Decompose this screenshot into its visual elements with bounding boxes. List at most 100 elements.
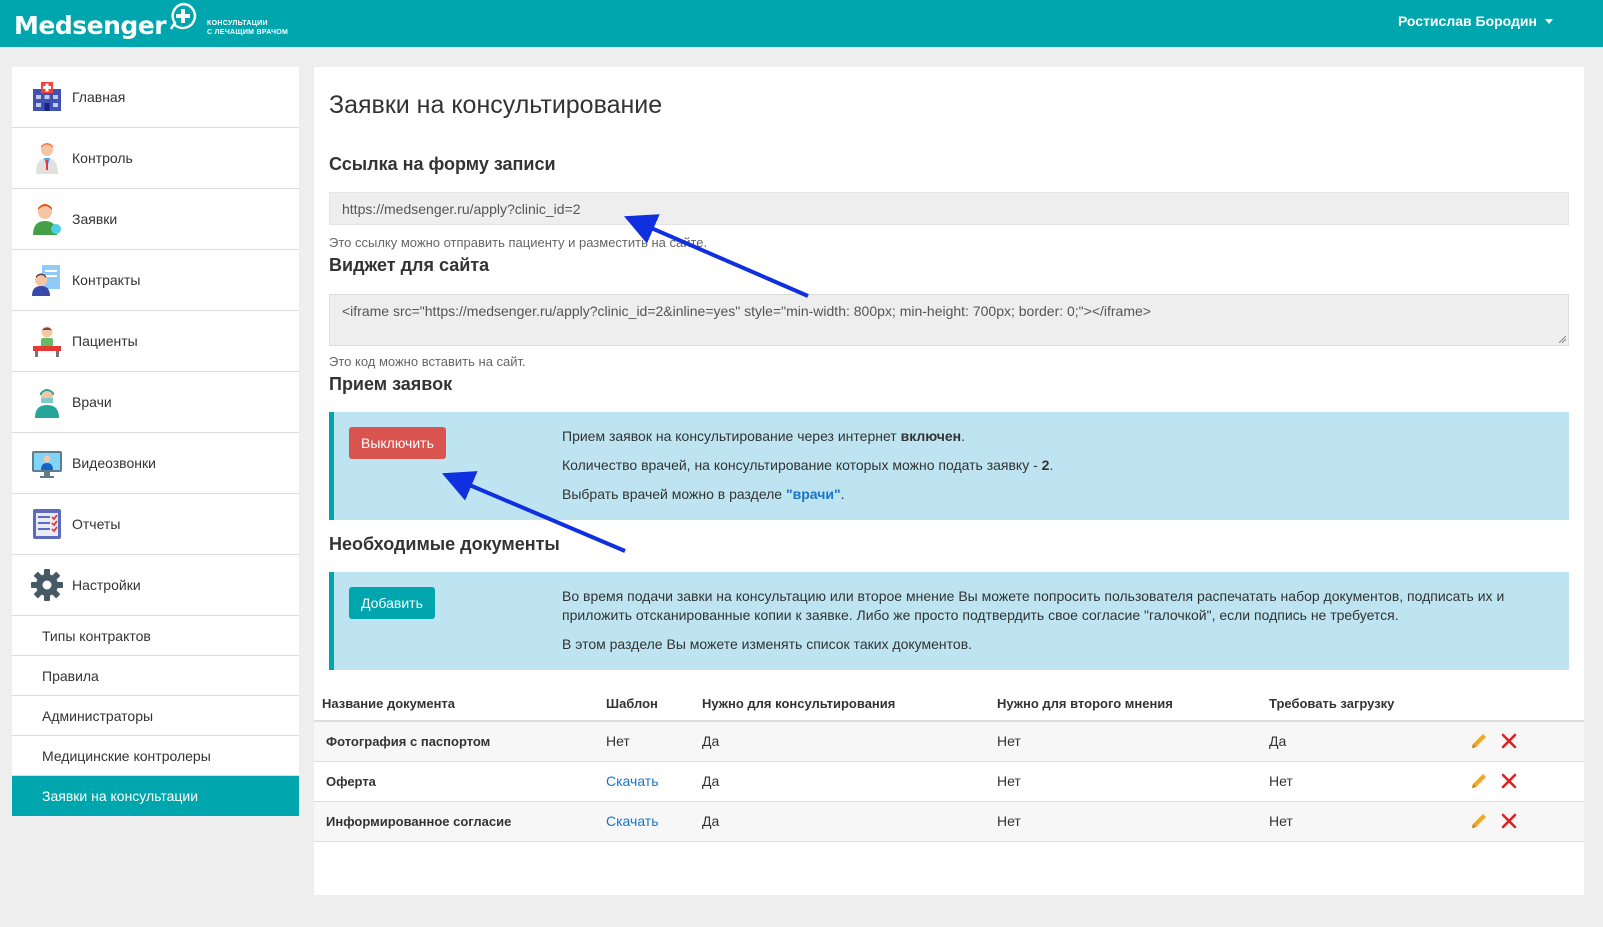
chevron-down-icon (1545, 19, 1553, 24)
sidebar-item-reports[interactable]: Отчеты (12, 494, 299, 555)
widget-code-textarea[interactable]: <iframe src="https://medsenger.ru/apply?… (329, 294, 1569, 346)
document-template: Скачать (598, 761, 694, 802)
document-template: Скачать (598, 801, 694, 842)
needed-for-consult: Да (694, 801, 989, 842)
sidebar-item-label: Настройки (72, 577, 141, 593)
column-header: Шаблон (598, 687, 694, 722)
documents-table: Название документа Шаблон Нужно для конс… (314, 687, 1584, 842)
sidebar-item-doctors[interactable]: Врачи (12, 372, 299, 433)
pencil-icon[interactable] (1469, 811, 1489, 831)
top-bar: Medsenger консультации с лечащим врачом … (0, 0, 1603, 47)
delete-icon[interactable] (1499, 731, 1519, 751)
doctor-count-text: Количество врачей, на консультирование к… (562, 457, 1042, 473)
pencil-icon[interactable] (1469, 771, 1489, 791)
table-header-row: Название документа Шаблон Нужно для конс… (314, 687, 1584, 722)
docs-callout: Добавить Во время подачи завки на консул… (329, 572, 1569, 670)
sidebar-item-label: Врачи (72, 394, 112, 410)
user-name: Ростислав Бородин (1397, 13, 1537, 29)
sidebar-item-label: Заявки (72, 211, 118, 227)
status-value: включен (900, 428, 962, 444)
column-header: Нужно для второго мнения (989, 687, 1261, 722)
sidebar-item-contracts[interactable]: Контракты (12, 250, 299, 311)
sidebar-item-video-calls[interactable]: Видеозвонки (12, 433, 299, 494)
report-icon (33, 509, 61, 539)
link-help-text: Это ссылку можно отправить пациенту и ра… (329, 235, 708, 250)
sidebar-item-label: Отчеты (72, 516, 121, 532)
docs-description: Во время подачи завки на консультацию ил… (562, 588, 1505, 623)
contract-icon (32, 265, 60, 296)
needed-for-second-opinion: Нет (989, 801, 1261, 842)
needed-for-second-opinion: Нет (989, 761, 1261, 802)
docs-callout-text: Во время подачи завки на консультацию ил… (562, 587, 1552, 664)
page-title: Заявки на консультирование (329, 91, 663, 119)
hospital-icon (33, 82, 61, 111)
choose-doctors-line: Выбрать врачей можно в разделе "врачи". (562, 485, 1552, 504)
logo-plus-bubble-icon (170, 2, 197, 30)
table-row: Оферта Скачать Да Нет Нет (314, 761, 1584, 802)
sidebar-item-label: Контроль (72, 150, 133, 166)
doctor-count-line: Количество врачей, на консультирование к… (562, 456, 1552, 475)
video-call-icon (32, 451, 62, 478)
user-menu[interactable]: Ростислав Бородин (1398, 13, 1553, 29)
widget-section-heading: Виджет для сайта (329, 255, 490, 275)
sidebar-subitem-medical-controllers[interactable]: Медицинские контролеры (12, 736, 299, 776)
accept-section-heading: Прием заявок (329, 374, 453, 394)
pencil-icon[interactable] (1469, 731, 1489, 751)
doctors-link[interactable]: "врачи" (786, 486, 841, 502)
row-actions (1461, 761, 1584, 802)
disable-button[interactable]: Выключить (349, 427, 446, 459)
widget-code-text: <iframe src="https://medsenger.ru/apply?… (342, 303, 1151, 319)
sidebar-subitem-consultation-requests[interactable]: Заявки на консультации (12, 776, 299, 816)
needed-for-second-opinion: Нет (989, 721, 1261, 762)
delete-icon[interactable] (1499, 811, 1519, 831)
tagline-line-2: с лечащим врачом (207, 29, 289, 36)
link-section-heading: Ссылка на форму записи (329, 154, 556, 174)
sidebar: Главная Контроль Заявки Контракты Пациен… (12, 67, 299, 816)
accept-status-line: Прием заявок на консультирование через и… (562, 427, 1552, 446)
column-header: Требовать загрузку (1261, 687, 1461, 722)
widget-help-text: Это код можно вставить на сайт. (329, 354, 526, 369)
add-document-button[interactable]: Добавить (349, 587, 435, 619)
user-icon (33, 204, 61, 235)
accept-callout-text: Прием заявок на консультирование через и… (562, 427, 1552, 514)
logo-text: Medsenger (14, 11, 167, 40)
require-upload: Нет (1261, 801, 1461, 842)
logo[interactable]: Medsenger консультации с лечащим врачом (14, 2, 288, 40)
status-text: Прием заявок на консультирование через и… (562, 428, 901, 444)
surgeon-icon (35, 389, 59, 418)
sidebar-subitem-contract-types[interactable]: Типы контрактов (12, 616, 299, 656)
download-template-link[interactable]: Скачать (606, 813, 659, 829)
tagline-line-1: консультации (207, 20, 268, 27)
require-upload: Да (1261, 721, 1461, 762)
sidebar-item-main[interactable]: Главная (12, 67, 299, 128)
sidebar-item-control[interactable]: Контроль (12, 128, 299, 189)
delete-icon[interactable] (1499, 771, 1519, 791)
sidebar-item-label: Видеозвонки (72, 455, 156, 471)
require-upload: Нет (1261, 761, 1461, 802)
sidebar-item-requests[interactable]: Заявки (12, 189, 299, 250)
table-row: Информированное согласие Скачать Да Нет … (314, 801, 1584, 842)
column-header: Название документа (314, 687, 598, 722)
patient-icon (33, 326, 61, 357)
sidebar-item-settings[interactable]: Настройки (12, 555, 299, 616)
sidebar-subitem-administrators[interactable]: Администраторы (12, 696, 299, 736)
docs-edit-note: В этом разделе Вы можете изменять список… (562, 636, 973, 652)
column-header: Нужно для консультирования (694, 687, 989, 722)
sidebar-item-label: Контракты (72, 272, 141, 288)
download-template-link[interactable]: Скачать (606, 773, 659, 789)
form-link-field[interactable]: https://medsenger.ru/apply?clinic_id=2 (329, 192, 1569, 225)
sidebar-subitem-rules[interactable]: Правила (12, 656, 299, 696)
needed-for-consult: Да (694, 721, 989, 762)
gear-icon (31, 569, 63, 601)
table-row: Фотография с паспортом Нет Да Нет Да (314, 721, 1584, 762)
document-name: Информированное согласие (314, 801, 598, 842)
column-header-actions (1461, 687, 1584, 722)
document-template: Нет (598, 721, 694, 762)
choose-doctors-text: Выбрать врачей можно в разделе (562, 486, 786, 502)
resize-grip-icon[interactable] (1558, 335, 1566, 343)
sidebar-item-patients[interactable]: Пациенты (12, 311, 299, 372)
document-name: Фотография с паспортом (314, 721, 598, 762)
docs-section-heading: Необходимые документы (329, 534, 560, 554)
sidebar-item-label: Главная (72, 89, 126, 105)
sidebar-item-label: Пациенты (72, 333, 138, 349)
